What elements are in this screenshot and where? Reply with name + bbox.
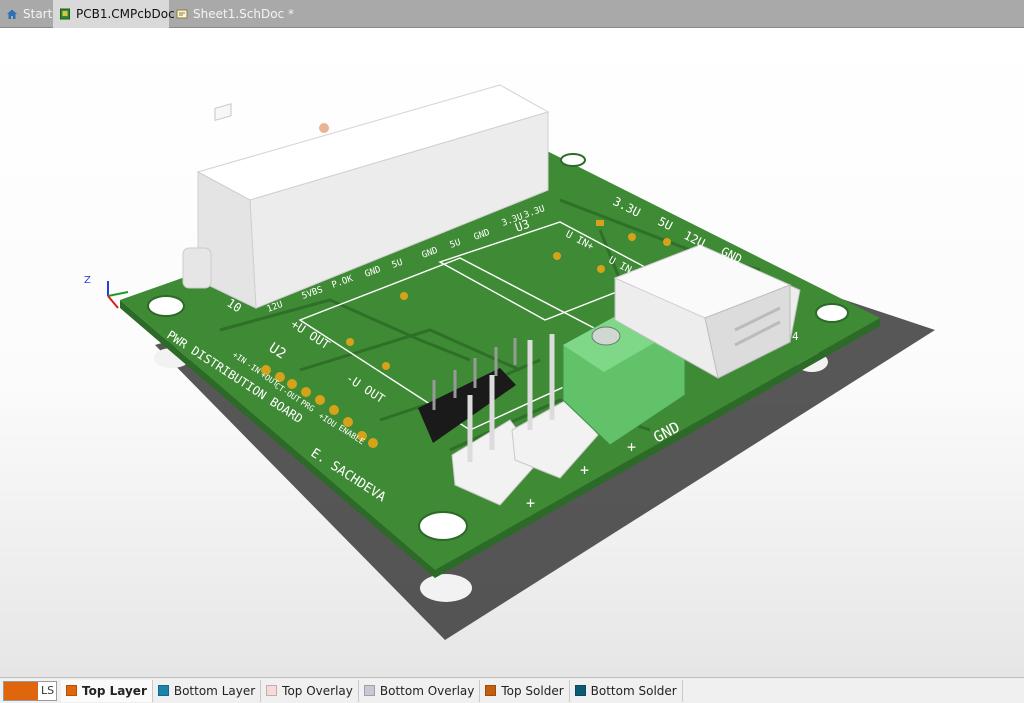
svg-text:+: + xyxy=(526,494,535,512)
usb-pin-4-label: 4 xyxy=(792,330,799,343)
layer-color-swatch xyxy=(363,685,375,696)
mounting-hole xyxy=(815,303,849,323)
layer-set-button[interactable]: LS xyxy=(3,680,57,701)
tab-start[interactable]: Start xyxy=(0,0,52,28)
tab-schematic-document[interactable]: Sheet1.SchDoc * xyxy=(170,0,294,28)
document-tab-bar: Start PCB1.CMPcbDoc Sheet1.SchDoc * xyxy=(0,0,1024,28)
pcb-3d-viewport[interactable]: Z PWR DISTRIBUTION BOARD E. SACHDEVA U2 … xyxy=(0,29,1024,677)
tab-start-label: Start xyxy=(23,7,53,21)
current-layer-swatch xyxy=(4,681,38,700)
pcb-3d-render: Z PWR DISTRIBUTION BOARD E. SACHDEVA U2 … xyxy=(84,84,935,640)
layer-tab-bar: LS Top Layer Bottom Layer Top Overlay Botto… xyxy=(0,677,1024,703)
pcb-document-icon xyxy=(59,8,71,20)
layer-tab-top-overlay[interactable]: Top Overlay xyxy=(261,679,359,702)
layer-tabs: Top Layer Bottom Layer Top Overlay Bottom O… xyxy=(61,679,683,702)
layer-color-swatch xyxy=(574,685,586,696)
layer-color-swatch xyxy=(66,685,77,696)
svg-text:+: + xyxy=(627,438,636,456)
layer-color-swatch xyxy=(266,685,278,696)
mounting-hole xyxy=(418,511,468,541)
mounting-hole xyxy=(560,153,586,167)
mounting-hole xyxy=(147,295,185,317)
home-icon xyxy=(6,8,18,20)
svg-text:Z: Z xyxy=(84,275,91,286)
layer-tab-label: Top Layer xyxy=(82,683,147,698)
layer-color-swatch xyxy=(485,685,497,696)
layer-tab-label: Bottom Solder xyxy=(590,683,677,698)
layer-tab-bottom-solder[interactable]: Bottom Solder xyxy=(570,679,683,702)
shadow-hole xyxy=(420,574,472,602)
layer-tab-label: Bottom Overlay xyxy=(379,683,475,698)
layer-tab-top-layer[interactable]: Top Layer xyxy=(61,679,153,702)
layer-set-label: LS xyxy=(41,684,55,697)
svg-text:+: + xyxy=(580,461,589,479)
layer-tab-top-solder[interactable]: Top Solder xyxy=(480,679,570,702)
screw-icon xyxy=(591,326,621,346)
atx-cell-grid xyxy=(214,103,232,121)
schematic-document-icon xyxy=(176,8,188,20)
tab-schematic-document-label: Sheet1.SchDoc * xyxy=(193,7,294,21)
layer-tab-label: Top Overlay xyxy=(282,683,353,698)
tab-pcb-document-label: PCB1.CMPcbDoc xyxy=(76,7,175,21)
layer-tab-bottom-overlay[interactable]: Bottom Overlay xyxy=(359,679,481,702)
layer-tab-label: Top Solder xyxy=(501,683,564,698)
layer-tab-label: Bottom Layer xyxy=(173,683,256,698)
tab-pcb-document[interactable]: PCB1.CMPcbDoc xyxy=(53,0,175,28)
layer-color-swatch xyxy=(157,685,169,696)
layer-tab-bottom-layer[interactable]: Bottom Layer xyxy=(153,679,262,702)
